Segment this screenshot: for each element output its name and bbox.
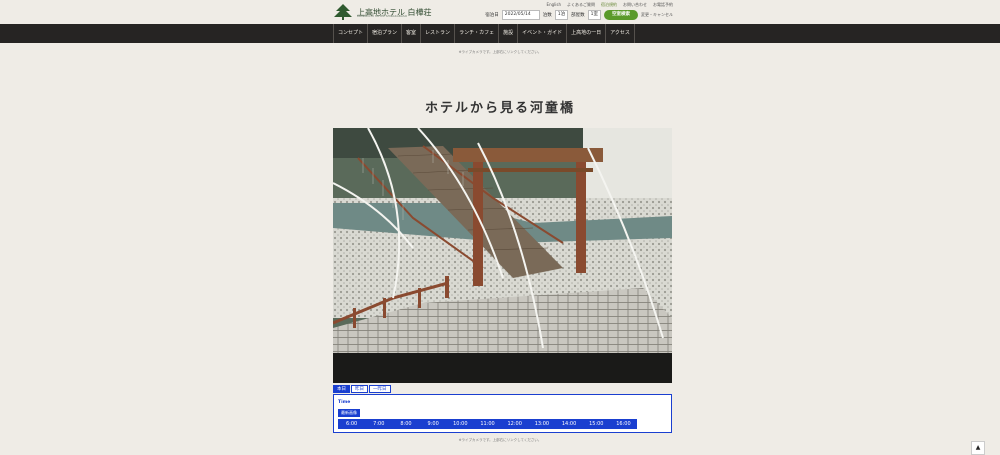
booking-form: 宿泊日 2022/05/14 泊数 1泊 部屋数 1室 空室検索 変更・キャンセ… xyxy=(485,10,673,20)
nav-facilities[interactable]: 施設 xyxy=(498,24,517,43)
search-vacancy-button[interactable]: 空室検索 xyxy=(604,10,638,20)
time-slot[interactable]: 12:00 xyxy=(501,419,528,429)
nav-events-guide[interactable]: イベント・ガイド xyxy=(517,24,566,43)
nav-kamikochi-day[interactable]: 上高地の一日 xyxy=(566,24,605,43)
link-phone[interactable]: お電話予約 xyxy=(653,2,673,8)
kappa-bridge-image xyxy=(333,128,672,383)
time-slot[interactable]: 10:00 xyxy=(447,419,474,429)
time-panel: Time 最新画像 6:00 7:00 8:00 9:00 10:00 11:0… xyxy=(333,394,672,433)
top-links: English よくあるご質問 宿泊規約 お問い合わせ お電話予約 xyxy=(547,2,673,8)
link-faq[interactable]: よくあるご質問 xyxy=(567,2,595,8)
nav-restaurant[interactable]: レストラン xyxy=(420,24,454,43)
live-camera-image xyxy=(333,128,672,383)
main-nav-bar: コンセプト 宿泊プラン 客室 レストラン ランチ・カフェ 施設 イベント・ガイド… xyxy=(0,24,1000,43)
main-nav: コンセプト 宿泊プラン 客室 レストラン ランチ・カフェ 施設 イベント・ガイド… xyxy=(333,24,635,43)
time-slot[interactable]: 9:00 xyxy=(420,419,447,429)
logo-subtitle: KAMIKOCHI HOTEL SHIRAKABASO xyxy=(357,14,408,18)
change-cancel-link[interactable]: 変更・キャンセル xyxy=(641,12,673,18)
nav-lunch-cafe[interactable]: ランチ・カフェ xyxy=(454,24,498,43)
nav-plans[interactable]: 宿泊プラン xyxy=(367,24,401,43)
time-slots: 6:00 7:00 8:00 9:00 10:00 11:00 12:00 13… xyxy=(338,419,637,429)
time-slot[interactable]: 7:00 xyxy=(365,419,392,429)
tree-logo-icon xyxy=(334,4,352,20)
time-label: Time xyxy=(338,400,351,405)
nav-rooms[interactable]: 客室 xyxy=(401,24,420,43)
nav-access[interactable]: アクセス xyxy=(605,24,635,43)
time-slot[interactable]: 13:00 xyxy=(528,419,555,429)
time-slot[interactable]: 16:00 xyxy=(610,419,637,429)
time-slot[interactable]: 15:00 xyxy=(583,419,610,429)
time-slot[interactable]: 11:00 xyxy=(474,419,501,429)
latest-image-button[interactable]: 最新画像 xyxy=(338,409,360,417)
link-contact[interactable]: お問い合わせ xyxy=(623,2,647,8)
tab-day-before-yesterday[interactable]: 一昨日 xyxy=(369,385,391,393)
day-tabs: 本日 昨日 一昨日 xyxy=(333,385,391,393)
rooms-select[interactable]: 1室 xyxy=(587,10,601,20)
nights-select[interactable]: 1泊 xyxy=(554,10,569,20)
link-terms[interactable]: 宿泊規約 xyxy=(601,2,617,8)
nights-label: 泊数 xyxy=(542,13,552,18)
arrow-up-icon: ▲ xyxy=(975,444,981,451)
checkin-label: 宿泊日 xyxy=(485,13,499,18)
time-slot[interactable]: 6:00 xyxy=(338,419,365,429)
back-to-top-button[interactable]: ▲ xyxy=(971,441,985,455)
live-camera-note-top: ※ライブカメラです。上部右にリンクしてください。 xyxy=(458,50,542,54)
page-title: ホテルから見る河童橋 xyxy=(424,101,575,116)
link-english[interactable]: English xyxy=(547,2,561,8)
time-slot[interactable]: 8:00 xyxy=(392,419,419,429)
live-camera-note-bottom: ※ライブカメラです。上部右にリンクしてください。 xyxy=(458,438,542,442)
site-header: 上高地ホテル 白樺荘 KAMIKOCHI HOTEL SHIRAKABASO E… xyxy=(333,0,673,24)
tab-today[interactable]: 本日 xyxy=(333,385,350,393)
checkin-date-input[interactable]: 2022/05/14 xyxy=(501,10,540,20)
rooms-label: 部屋数 xyxy=(571,13,585,18)
nav-concept[interactable]: コンセプト xyxy=(333,24,367,43)
tab-yesterday[interactable]: 昨日 xyxy=(351,385,368,393)
time-slot[interactable]: 14:00 xyxy=(556,419,583,429)
